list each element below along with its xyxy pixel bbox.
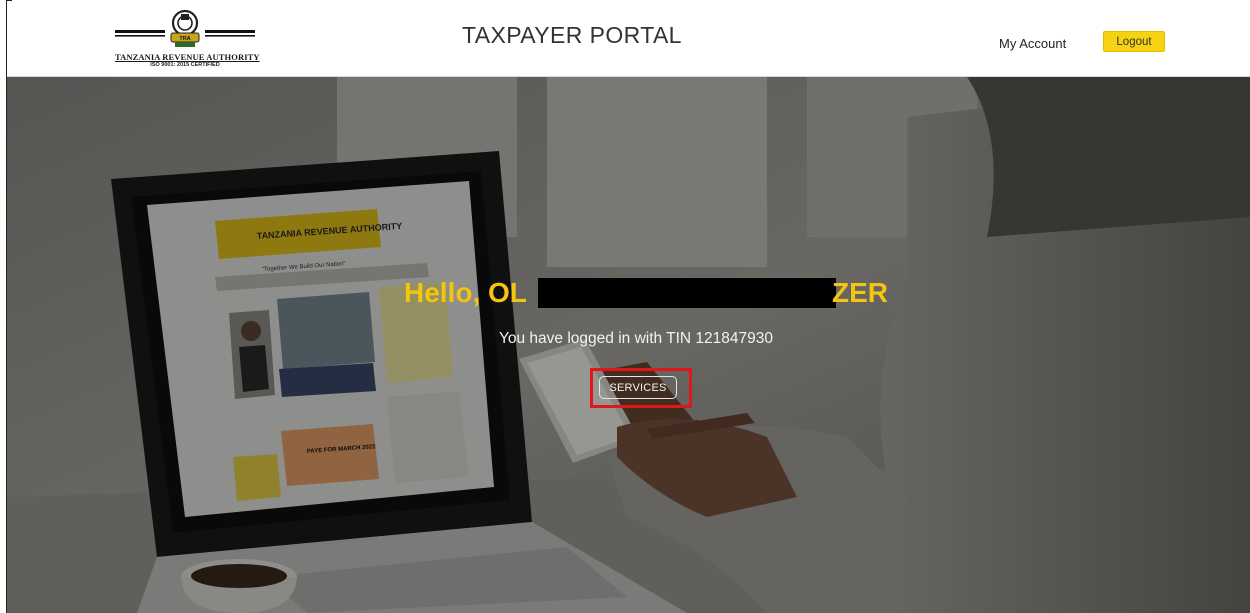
services-button[interactable]: SERVICES	[599, 376, 677, 399]
logo-title: TANZANIA REVENUE AUTHORITY	[115, 52, 260, 62]
greeting-end: ZER	[832, 277, 888, 308]
svg-text:TRA: TRA	[179, 36, 190, 42]
my-account-link[interactable]: My Account	[999, 36, 1066, 51]
greeting-start: Hello, OL	[404, 277, 527, 308]
redacted-name-block	[538, 278, 836, 308]
top-header: TRA TANZANIA REVENUE AUTHORITY ISO 9001:…	[7, 0, 1250, 77]
page-title: TAXPAYER PORTAL	[462, 22, 682, 48]
logout-button[interactable]: Logout	[1103, 31, 1165, 52]
window-edge	[0, 0, 12, 613]
tra-emblem-icon: TRA	[115, 9, 255, 47]
logo-subtitle: ISO 9001: 2015 CERTIFIED	[150, 62, 220, 68]
tin-message: You have logged in with TIN 121847930	[498, 330, 774, 347]
hero-section: TANZANIA REVENUE AUTHORITY "Together We …	[7, 77, 1250, 613]
tra-logo[interactable]: TRA TANZANIA REVENUE AUTHORITY ISO 9001:…	[115, 8, 260, 70]
